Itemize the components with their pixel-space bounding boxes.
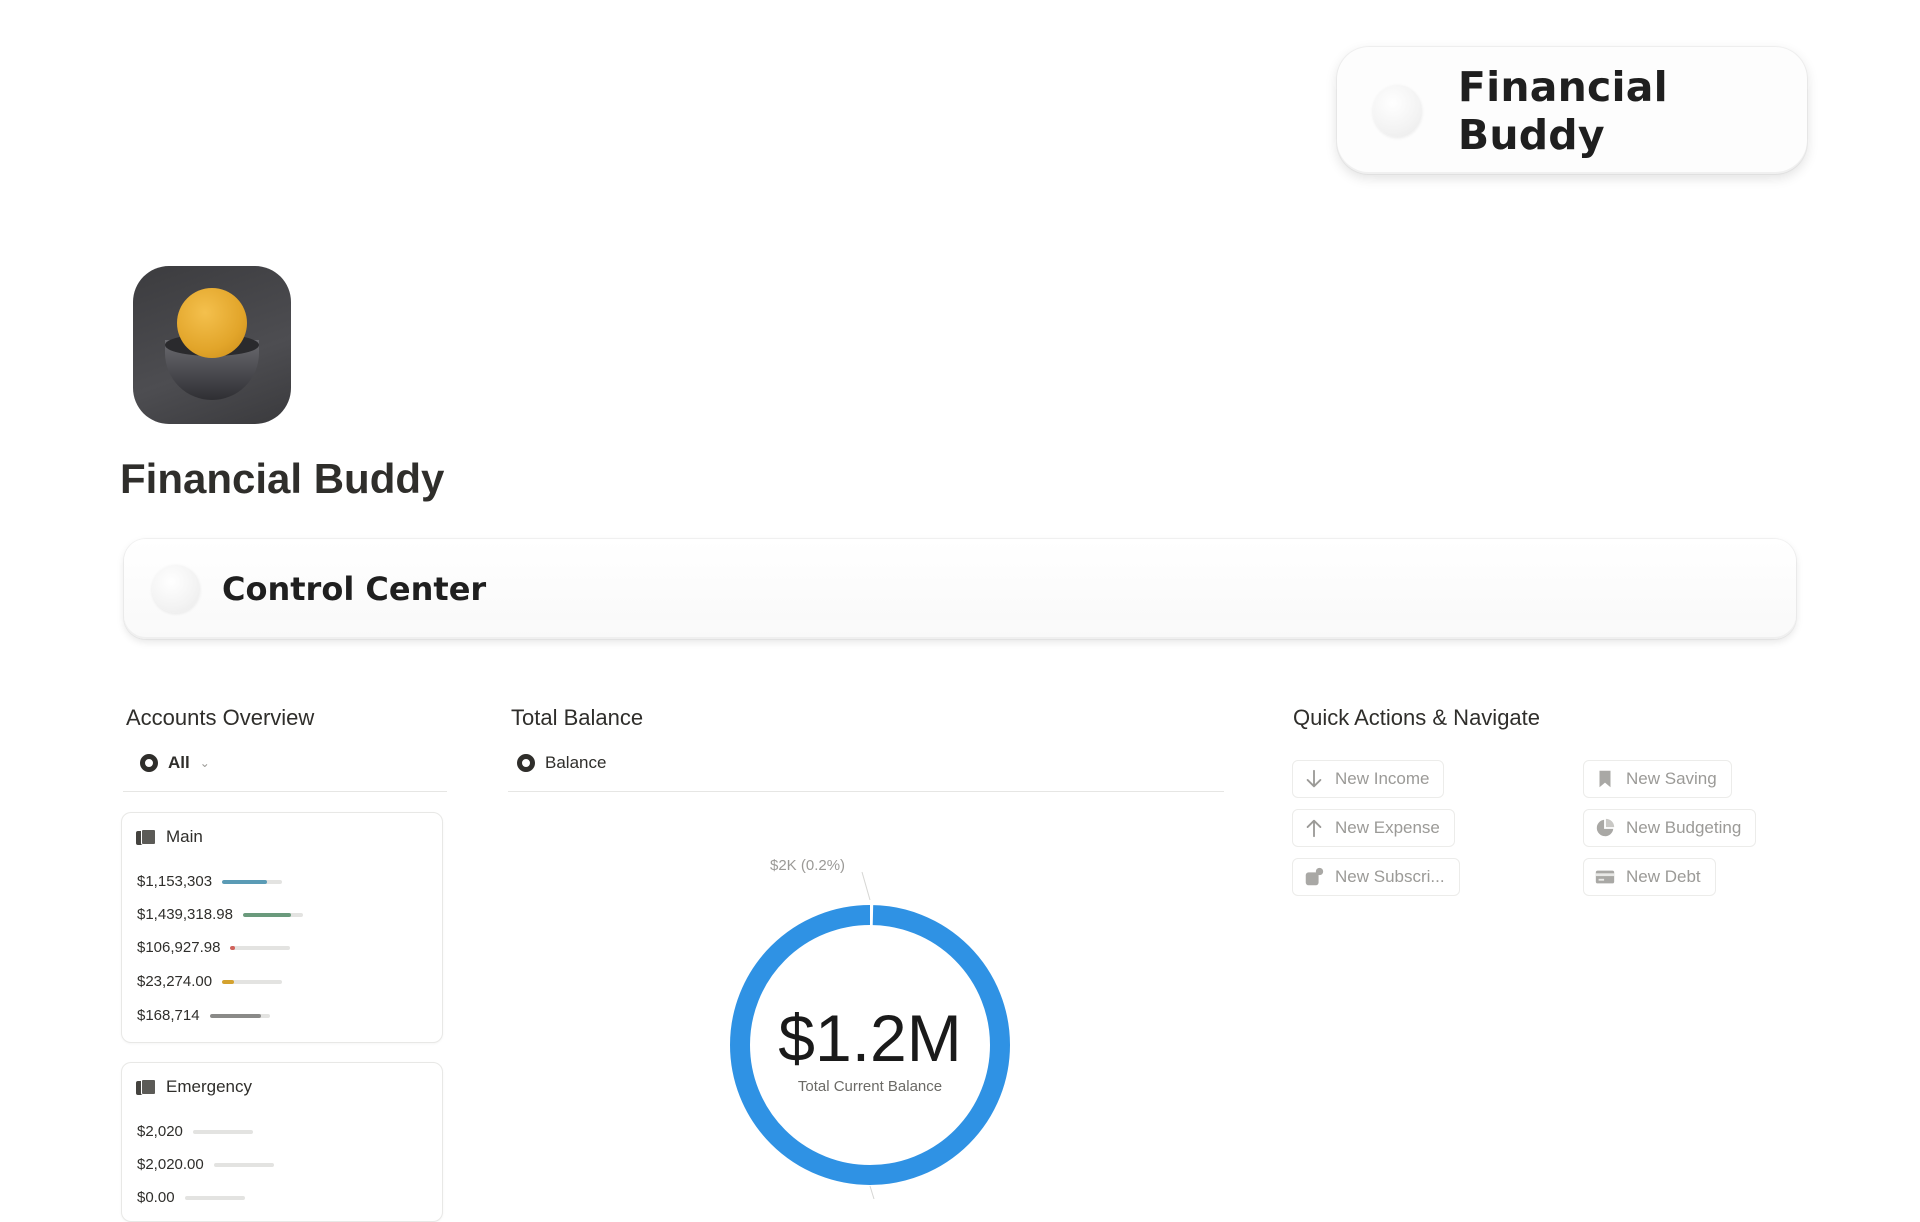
- total-balance-title: Total Balance: [511, 705, 644, 730]
- donut-caption: Total Current Balance: [797, 1078, 943, 1095]
- account-amount: $23,274.00: [137, 973, 213, 990]
- list-item: $1,153,303: [137, 873, 283, 890]
- account-card-emergency[interactable]: Emergency $2,020 $2,020.00 $0.00: [121, 1062, 443, 1222]
- view-radio-icon: [517, 754, 535, 772]
- new-subscription-button[interactable]: New Subscri...: [1292, 858, 1460, 896]
- progress-bar: [192, 1129, 253, 1134]
- new-budgeting-button[interactable]: New Budgeting: [1583, 809, 1757, 847]
- banner-orb-icon: [152, 565, 200, 613]
- list-item: $168,714: [137, 1007, 270, 1024]
- folder-icon: [136, 1079, 156, 1095]
- list-item: $23,274.00: [137, 973, 283, 990]
- control-center-banner: Control Center: [124, 539, 1796, 639]
- donut-value: $1.2M: [778, 1001, 962, 1075]
- new-income-button[interactable]: New Income: [1292, 760, 1445, 798]
- progress-bar: [222, 879, 283, 884]
- divider: [123, 791, 447, 792]
- progress-bar: [230, 945, 291, 950]
- bookmark-icon: [1599, 770, 1611, 788]
- account-amount: $1,439,318.98: [137, 906, 233, 923]
- account-amount: $2,020: [137, 1123, 183, 1140]
- new-expense-button[interactable]: New Expense: [1292, 809, 1455, 847]
- credit-card-icon: [1595, 870, 1615, 884]
- progress-bar: [222, 979, 283, 984]
- list-item: $106,927.98: [137, 939, 291, 956]
- chevron-down-icon[interactable]: ⌄: [200, 756, 210, 770]
- new-income-label: New Income: [1335, 769, 1430, 788]
- divider: [508, 791, 1224, 792]
- account-amount: $106,927.98: [137, 939, 221, 956]
- app-logo-icon: [133, 266, 291, 424]
- progress-bar: [213, 1162, 274, 1167]
- donut-leader-line: [869, 1185, 875, 1199]
- arrow-up-icon: [1306, 819, 1322, 838]
- tab-balance[interactable]: Balance: [517, 753, 606, 773]
- progress-bar: [209, 1013, 270, 1018]
- quick-actions-title: Quick Actions & Navigate: [1293, 705, 1541, 730]
- new-budgeting-label: New Budgeting: [1626, 818, 1742, 837]
- tab-all[interactable]: All ⌄: [140, 753, 210, 773]
- tab-balance-label: Balance: [545, 753, 607, 772]
- page-title: Financial Buddy: [120, 455, 445, 502]
- accounts-overview-title: Accounts Overview: [126, 705, 315, 730]
- subscription-icon: [1305, 867, 1324, 886]
- progress-bar: [242, 912, 303, 917]
- view-radio-icon: [140, 754, 158, 772]
- new-debt-label: New Debt: [1626, 867, 1701, 886]
- badge-orb-icon: [1373, 84, 1422, 137]
- badge-title: Financial Buddy: [1457, 62, 1668, 159]
- donut-annotation: $2K (0.2%): [770, 857, 846, 874]
- account-card-title: Main: [166, 827, 203, 846]
- donut-leader-line: [861, 871, 871, 901]
- account-amount: $0.00: [137, 1189, 175, 1206]
- account-amount: $2,020.00: [137, 1156, 204, 1173]
- pie-chart-icon: [1596, 818, 1615, 837]
- account-amount: $1,153,303: [137, 873, 213, 890]
- header-badge: Financial Buddy: [1337, 47, 1807, 174]
- list-item: $0.00: [137, 1189, 245, 1206]
- new-expense-label: New Expense: [1335, 818, 1440, 837]
- account-amount: $168,714: [137, 1007, 200, 1024]
- new-saving-button[interactable]: New Saving: [1583, 760, 1732, 798]
- banner-title: Control Center: [222, 570, 487, 608]
- new-saving-label: New Saving: [1626, 769, 1717, 788]
- new-subscription-label: New Subscri...: [1335, 867, 1445, 886]
- folder-icon: [136, 829, 156, 845]
- list-item: $1,439,318.98: [137, 906, 303, 923]
- arrow-down-icon: [1306, 769, 1322, 788]
- account-card-main[interactable]: Main $1,153,303 $1,439,318.98 $106,927.9…: [121, 812, 443, 1043]
- new-debt-button[interactable]: New Debt: [1583, 858, 1716, 896]
- list-item: $2,020.00: [137, 1156, 274, 1173]
- tab-all-label: All: [168, 753, 190, 772]
- account-card-title: Emergency: [166, 1077, 252, 1096]
- list-item: $2,020: [137, 1123, 253, 1140]
